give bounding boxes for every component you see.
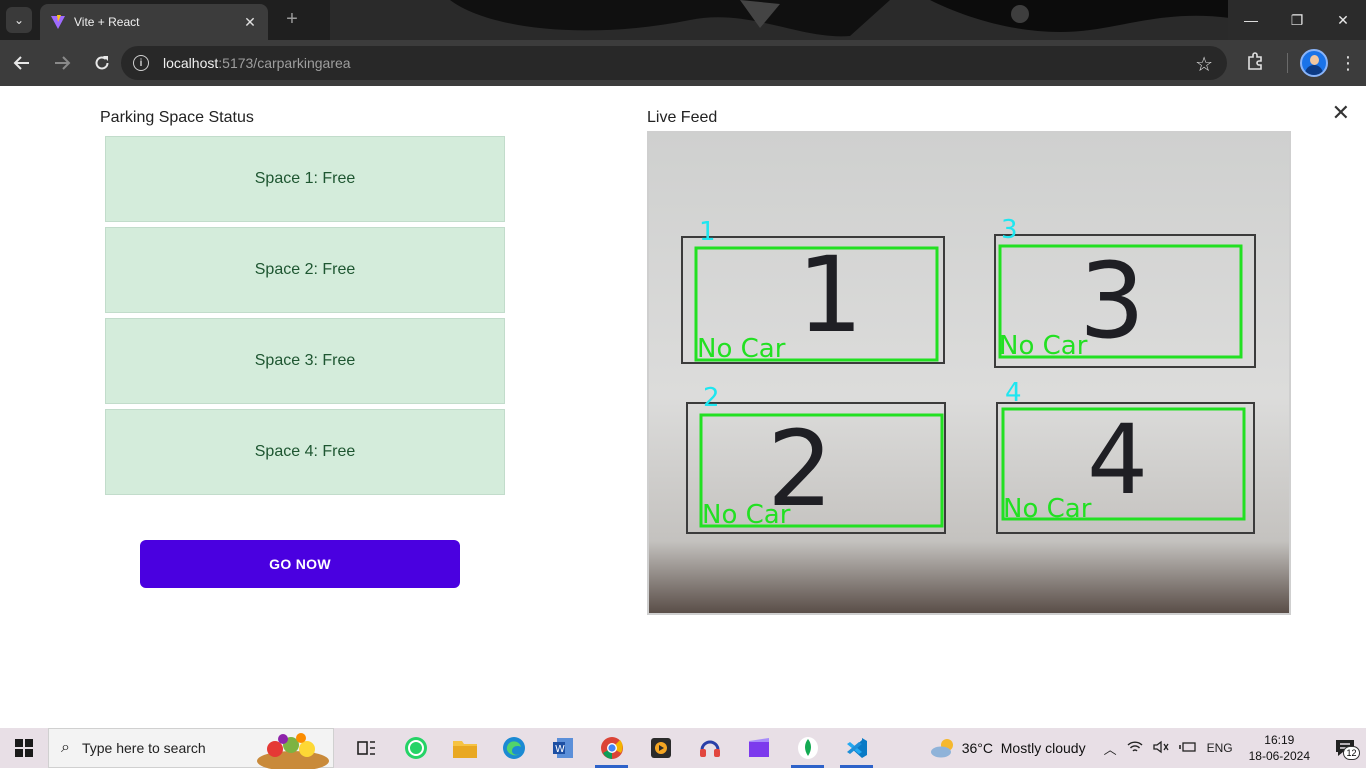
space-status-card-1: Space 1: Free <box>105 136 505 222</box>
feed-slot-digit: 4 <box>1087 404 1148 516</box>
restore-button[interactable]: ❐ <box>1274 0 1320 40</box>
page-content: Parking Space Status Space 1: Free Space… <box>0 86 1366 728</box>
bookmark-star-icon[interactable]: ☆ <box>1195 52 1213 77</box>
minimize-button[interactable]: — <box>1228 0 1274 40</box>
space-status-card-2: Space 2: Free <box>105 227 505 313</box>
extensions-puzzle-icon[interactable] <box>1237 51 1273 75</box>
browser-menu-icon[interactable]: ⋮ <box>1338 53 1358 74</box>
forward-button[interactable] <box>44 45 80 81</box>
battery-icon[interactable] <box>1178 741 1197 756</box>
feed-slot-status: No Car <box>1003 494 1092 524</box>
music-app-icon[interactable] <box>685 728 734 768</box>
feed-slot-status: No Car <box>702 500 791 530</box>
clock[interactable]: 16:19 18-06-2024 <box>1249 732 1310 764</box>
video-editor-icon[interactable] <box>734 728 783 768</box>
weather-widget[interactable]: 36°C Mostly cloudy <box>962 740 1086 756</box>
space-status-card-4: Space 4: Free <box>105 409 505 495</box>
browser-tab-strip: ⌄ Vite + React ✕ + — ❐ ✕ <box>0 0 1366 40</box>
browser-theme-artwork <box>330 0 1230 40</box>
toolbar-separator <box>1287 53 1288 73</box>
speaker-muted-icon[interactable] <box>1152 740 1169 757</box>
parking-status-heading: Parking Space Status <box>100 109 254 126</box>
input-language[interactable]: ENG <box>1207 741 1233 755</box>
window-controls: — ❐ ✕ <box>1228 0 1366 40</box>
window-close-button[interactable]: ✕ <box>1320 0 1366 40</box>
reload-icon <box>95 56 109 70</box>
media-player-icon[interactable] <box>636 728 685 768</box>
feed-slot-id: 2 <box>703 383 720 413</box>
start-button[interactable] <box>0 728 48 768</box>
browser-toolbar: i localhost:5173/carparkingarea ☆ ⋮ <box>0 40 1366 86</box>
tab-search-button[interactable]: ⌄ <box>6 7 32 33</box>
space-status-card-3: Space 3: Free <box>105 318 505 404</box>
wifi-icon[interactable] <box>1127 740 1143 757</box>
feed-slot-id: 3 <box>1001 215 1018 245</box>
feed-slot-status: No Car <box>697 334 786 364</box>
svg-text:W: W <box>555 744 565 755</box>
windows-taskbar: ⌕ Type here to search W 36°C Mostly clou… <box>0 728 1366 769</box>
task-view-icon[interactable] <box>342 728 391 768</box>
profile-avatar[interactable] <box>1300 49 1328 77</box>
chrome-browser-icon[interactable] <box>587 728 636 768</box>
windows-logo-icon <box>15 739 33 757</box>
taskbar-apps: W <box>342 728 881 768</box>
forward-arrow-icon <box>55 56 71 70</box>
clock-date: 18-06-2024 <box>1248 749 1310 763</box>
feed-slot-status: No Car <box>999 331 1088 361</box>
search-placeholder: Type here to search <box>81 740 206 756</box>
back-arrow-icon <box>13 56 29 70</box>
live-feed-video: 1 3 2 4 1 3 2 4 No Car No Car No Car No … <box>647 131 1291 615</box>
whatsapp-icon[interactable] <box>391 728 440 768</box>
edge-browser-icon[interactable] <box>489 728 538 768</box>
system-tray: 36°C Mostly cloudy ︿ ENG 16:19 18-06-202… <box>930 728 1366 768</box>
search-icon: ⌕ <box>61 739 70 756</box>
go-now-button[interactable]: GO NOW <box>140 540 460 588</box>
live-feed-heading: Live Feed <box>647 109 718 126</box>
reload-button[interactable] <box>84 45 120 81</box>
site-info-icon[interactable]: i <box>133 55 149 71</box>
show-hidden-icons-chevron-icon[interactable]: ︿ <box>1104 739 1117 758</box>
partly-cloudy-icon <box>930 739 953 758</box>
word-app-icon[interactable]: W <box>538 728 587 768</box>
feed-slot-digit: 3 <box>1079 240 1145 362</box>
address-bar[interactable]: i localhost:5173/carparkingarea ☆ <box>121 46 1227 80</box>
tab-title: Vite + React <box>74 15 140 29</box>
search-highlight-fruit-basket-icon <box>257 733 329 769</box>
taskbar-search-box[interactable]: ⌕ Type here to search <box>48 728 334 769</box>
browser-tab-active[interactable]: Vite + React ✕ <box>40 4 268 40</box>
new-tab-button[interactable]: + <box>280 8 304 32</box>
url-text: localhost:5173/carparkingarea <box>163 55 351 71</box>
back-button[interactable] <box>4 45 40 81</box>
vscode-icon[interactable] <box>832 728 881 768</box>
mongodb-compass-icon[interactable] <box>783 728 832 768</box>
vite-favicon-icon <box>51 15 65 29</box>
close-icon[interactable]: ✕ <box>1332 100 1350 126</box>
tab-close-icon[interactable]: ✕ <box>242 14 258 31</box>
camera-frame: 1 3 2 4 1 3 2 4 No Car No Car No Car No … <box>649 133 1289 613</box>
notification-count-badge: 12 <box>1343 746 1360 760</box>
feed-slot-id: 1 <box>699 217 716 247</box>
notification-center-button[interactable]: 12 <box>1330 728 1360 768</box>
feed-slot-digit: 1 <box>797 234 863 356</box>
file-explorer-icon[interactable] <box>440 728 489 768</box>
clock-time: 16:19 <box>1264 733 1295 747</box>
feed-slot-id: 4 <box>1005 378 1022 408</box>
